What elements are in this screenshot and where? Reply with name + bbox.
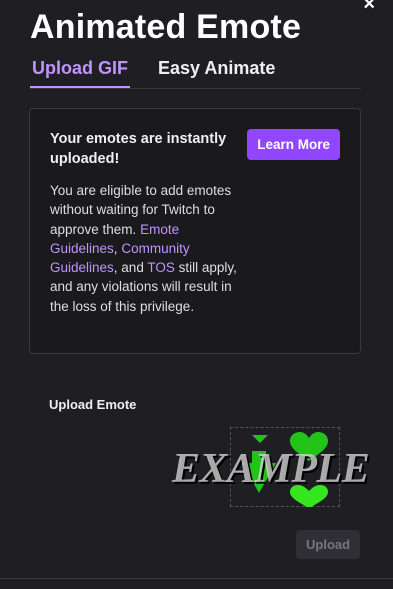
learn-more-button[interactable]: Learn More <box>247 129 340 160</box>
and-text: , and <box>113 260 144 276</box>
tab-bar: Upload GIF Easy Animate <box>30 58 361 89</box>
separator-comma: , <box>113 240 118 256</box>
tos-link[interactable]: TOS <box>147 260 175 275</box>
upload-button[interactable]: Upload <box>296 530 361 559</box>
tab-upload-gif[interactable]: Upload GIF <box>30 58 130 88</box>
info-heading: Your emotes are instantly uploaded! <box>50 131 227 167</box>
tab-easy-animate[interactable]: Easy Animate <box>156 58 277 86</box>
close-icon[interactable]: × <box>363 0 375 14</box>
info-body: You are eligible to add emotes without w… <box>50 181 250 316</box>
upload-emote-label: Upload Emote <box>49 397 137 412</box>
instant-upload-info-card: Your emotes are instantly uploaded! Lear… <box>29 108 361 354</box>
footer-divider <box>0 578 393 579</box>
arrow-down-small-icon <box>252 435 268 443</box>
dialog-title: Animated Emote <box>30 8 302 46</box>
example-watermark: EXAMPLE <box>172 446 370 492</box>
